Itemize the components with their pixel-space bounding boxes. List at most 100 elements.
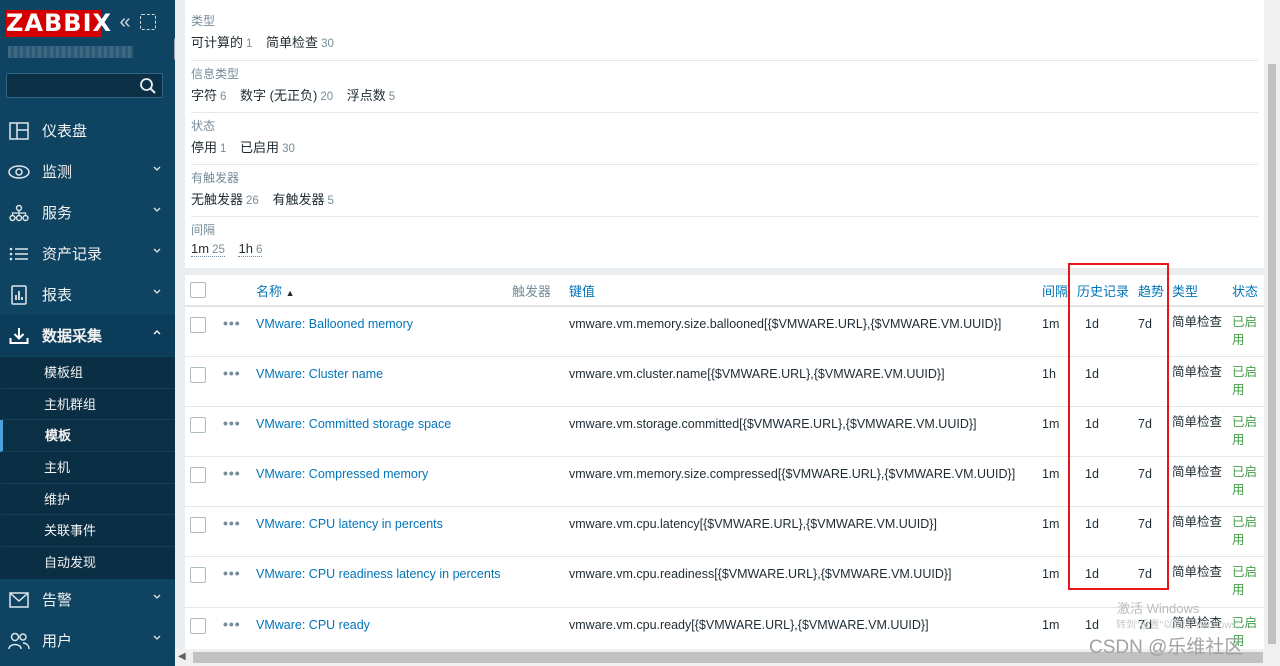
- menu-label: 资产记录: [42, 246, 103, 263]
- menu-item-monitoring[interactable]: 监测: [0, 151, 175, 192]
- more-actions-icon[interactable]: •••: [223, 616, 241, 632]
- item-interval: 1m: [1042, 556, 1077, 608]
- filter-value[interactable]: 无触发器 26: [191, 192, 259, 207]
- zabbix-logo[interactable]: ZABBIX: [6, 10, 111, 37]
- filter-group-info-type: 信息类型 字符 6 数字 (无正负) 20 浮点数 5: [191, 67, 1258, 113]
- windows-activation-watermark: 激活 Windows: [1117, 601, 1200, 616]
- eye-icon: [8, 161, 30, 183]
- submenu-item-hosts[interactable]: 主机: [0, 452, 175, 484]
- header-status[interactable]: 状态: [1232, 275, 1264, 307]
- menu-label: 服务: [42, 205, 73, 222]
- download-icon: [8, 325, 30, 347]
- filter-value[interactable]: 数字 (无正负) 20: [240, 88, 333, 103]
- menu-item-services[interactable]: 服务: [0, 192, 175, 233]
- item-name-link[interactable]: VMware: Cluster name: [256, 367, 383, 381]
- table-row: ••• VMware: Compressed memory vmware.vm.…: [185, 456, 1264, 508]
- filter-value[interactable]: 字符 6: [191, 88, 226, 103]
- submenu-item-maintenance[interactable]: 维护: [0, 484, 175, 516]
- more-actions-icon[interactable]: •••: [223, 515, 241, 531]
- header-type[interactable]: 类型: [1172, 275, 1232, 307]
- row-checkbox[interactable]: [190, 567, 206, 584]
- item-status[interactable]: 已启用: [1232, 356, 1264, 407]
- menu-item-data-collection[interactable]: 数据采集: [0, 315, 175, 356]
- item-interval: 1m: [1042, 306, 1077, 357]
- row-checkbox[interactable]: [190, 467, 206, 484]
- item-interval: 1h: [1042, 356, 1077, 407]
- chevron-down-icon: [153, 166, 161, 171]
- menu-item-inventory[interactable]: 资产记录: [0, 233, 175, 274]
- submenu-item-host-groups[interactable]: 主机群组: [0, 389, 175, 421]
- submenu-item-event-correlation[interactable]: 关联事件: [0, 515, 175, 548]
- item-status[interactable]: 已启用: [1232, 506, 1264, 558]
- search-input[interactable]: [7, 74, 135, 97]
- header-select-all[interactable]: [185, 275, 223, 307]
- item-name-link[interactable]: VMware: CPU ready: [256, 618, 370, 632]
- item-status[interactable]: 已启用: [1232, 556, 1264, 608]
- chevron-up-icon: [153, 330, 161, 335]
- search-box: [6, 73, 163, 98]
- item-name-link[interactable]: VMware: Compressed memory: [256, 467, 428, 481]
- collapse-sidebar-icon[interactable]: «: [115, 12, 135, 32]
- row-checkbox[interactable]: [190, 416, 206, 433]
- filter-group-triggers: 有触发器 无触发器 26 有触发器 5: [191, 171, 1258, 217]
- menu-item-reports[interactable]: 报表: [0, 274, 175, 315]
- row-checkbox[interactable]: [190, 517, 206, 534]
- menu-label: 仪表盘: [42, 123, 88, 140]
- item-name-link[interactable]: VMware: CPU readiness latency in percent…: [256, 567, 501, 581]
- item-interval: 1m: [1042, 506, 1077, 558]
- chevron-down-icon: [153, 248, 161, 253]
- header-history[interactable]: 历史记录: [1077, 275, 1138, 307]
- submenu-item-templates[interactable]: 模板: [0, 420, 175, 453]
- windows-activation-subtext: 转到"设置"以激活 Windows。: [1116, 620, 1247, 631]
- sidebar: ZABBIX « 仪表盘 监测 服务 资产记录 报表 数据采集 模板组 主机群组…: [0, 0, 175, 666]
- more-actions-icon[interactable]: •••: [223, 415, 241, 431]
- filter-value[interactable]: 可计算的 1: [191, 35, 252, 50]
- item-name-link[interactable]: VMware: Committed storage space: [256, 417, 451, 431]
- filter-value[interactable]: 有触发器 5: [272, 192, 333, 207]
- menu-item-alerts[interactable]: 告警: [0, 579, 175, 620]
- header-interval[interactable]: 间隔: [1042, 275, 1077, 307]
- select-all-checkbox[interactable]: [190, 282, 206, 298]
- item-history: 1d: [1077, 406, 1138, 458]
- header-name[interactable]: 名称 ▲: [256, 275, 512, 307]
- filter-value[interactable]: 1m 25: [191, 241, 225, 257]
- data-collection-submenu: 模板组 主机群组 模板 主机 维护 关联事件 自动发现: [0, 357, 175, 579]
- item-type: 简单检查: [1172, 306, 1232, 357]
- menu-item-users[interactable]: 用户: [0, 620, 175, 661]
- row-checkbox[interactable]: [190, 366, 206, 383]
- table-row: ••• VMware: Committed storage space vmwa…: [185, 406, 1264, 458]
- more-actions-icon[interactable]: •••: [223, 565, 241, 581]
- item-name-link[interactable]: VMware: CPU latency in percents: [256, 517, 443, 531]
- row-checkbox[interactable]: [190, 617, 206, 634]
- item-name-link[interactable]: VMware: Ballooned memory: [256, 317, 413, 331]
- scrollbar-thumb[interactable]: [1268, 64, 1276, 644]
- search-icon[interactable]: [139, 77, 157, 95]
- filter-value[interactable]: 简单检查 30: [266, 35, 334, 50]
- kiosk-mode-icon[interactable]: [140, 14, 156, 30]
- logo-area: ZABBIX «: [0, 0, 175, 40]
- filter-title: 间隔: [191, 223, 216, 237]
- scroll-left-icon[interactable]: ◀: [178, 651, 186, 662]
- filter-value[interactable]: 浮点数 5: [347, 88, 395, 103]
- submenu-item-template-groups[interactable]: 模板组: [0, 357, 175, 389]
- header-trends[interactable]: 趋势: [1138, 275, 1172, 307]
- header-key[interactable]: 键值: [569, 275, 1042, 307]
- menu-item-dashboard[interactable]: 仪表盘: [0, 110, 175, 151]
- dashboard-icon: [8, 120, 30, 142]
- more-actions-icon[interactable]: •••: [223, 465, 241, 481]
- item-status[interactable]: 已启用: [1232, 306, 1264, 357]
- more-actions-icon[interactable]: •••: [223, 365, 241, 381]
- item-status[interactable]: 已启用: [1232, 456, 1264, 508]
- row-checkbox[interactable]: [190, 317, 206, 333]
- menu-label: 用户: [42, 633, 73, 650]
- more-actions-icon[interactable]: •••: [223, 315, 241, 331]
- submenu-item-discovery[interactable]: 自动发现: [0, 547, 175, 579]
- item-status[interactable]: 已启用: [1232, 406, 1264, 458]
- filter-value[interactable]: 已启用 30: [240, 140, 295, 155]
- item-type: 简单检查: [1172, 356, 1232, 407]
- menu-label: 数据采集: [42, 328, 103, 345]
- filter-value[interactable]: 停用 1: [191, 140, 226, 155]
- vertical-scrollbar[interactable]: [1264, 0, 1280, 649]
- item-key: vmware.vm.cluster.name[{$VMWARE.URL},{$V…: [569, 356, 1042, 407]
- filter-value[interactable]: 1h 6: [238, 241, 263, 257]
